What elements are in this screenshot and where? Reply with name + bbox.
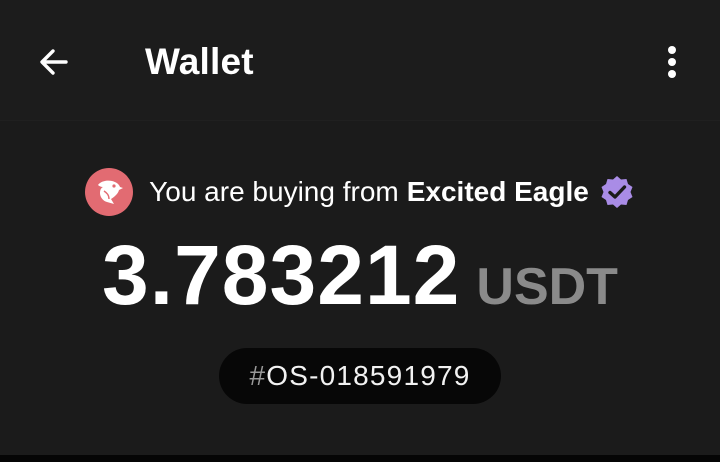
verified-badge-icon	[601, 176, 633, 208]
order-id: OS-018591979	[266, 360, 471, 391]
verified-badge	[599, 174, 635, 210]
order-hash: #	[249, 360, 267, 391]
app-bar: Wallet	[0, 0, 720, 121]
back-button[interactable]	[26, 38, 82, 86]
seller-prefix-text: You are buying from	[149, 176, 399, 207]
seller-name[interactable]: Excited Eagle	[407, 166, 589, 218]
more-vertical-icon	[668, 46, 676, 78]
eagle-icon	[98, 180, 124, 204]
seller-avatar[interactable]	[85, 168, 134, 216]
amount-currency: USDT	[476, 258, 618, 316]
more-options-button[interactable]	[648, 38, 696, 86]
seller-info: You are buying from Excited Eagle	[0, 166, 720, 218]
page-title: Wallet	[145, 41, 254, 82]
arrow-left-icon	[40, 49, 68, 75]
amount-display: 3.783212 USDT	[0, 230, 720, 320]
wallet-screen: Wallet You are buying from Excited Eagle	[0, 0, 720, 462]
bottom-divider	[0, 455, 720, 462]
order-id-chip[interactable]: # OS-018591979	[219, 348, 501, 404]
amount-value: 3.783212	[102, 228, 461, 322]
